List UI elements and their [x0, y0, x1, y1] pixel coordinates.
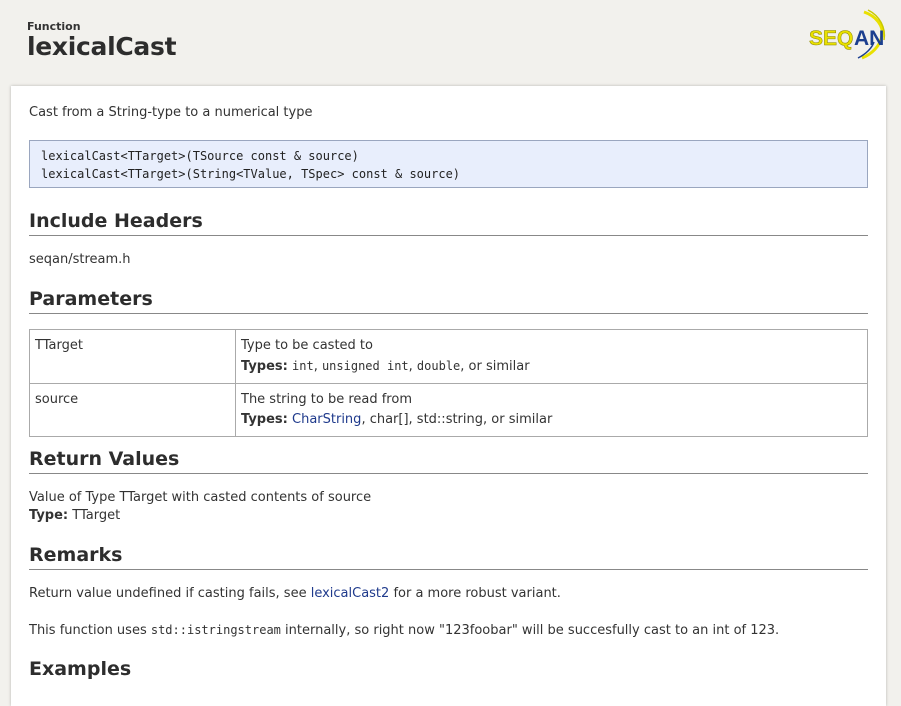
param-name: source	[29, 383, 236, 437]
svg-text:AN: AN	[854, 27, 884, 50]
lexicalcast2-link[interactable]: lexicalCast2	[311, 586, 390, 601]
signature-line: lexicalCast<TTarget>(String<TValue, TSpe…	[41, 167, 461, 181]
remark-text: This function uses	[29, 623, 151, 638]
type-label: Type:	[29, 508, 69, 523]
include-header-value: seqan/stream.h	[29, 252, 131, 267]
charstring-link[interactable]: CharString	[292, 412, 361, 427]
param-types: Types: CharString, char[], std::string, …	[241, 410, 862, 430]
table-row: TTarget Type to be casted to Types: int,…	[29, 329, 868, 384]
return-type: Type: TTarget	[29, 507, 371, 525]
signature-box: lexicalCast<TTarget>(TSource const & sou…	[29, 140, 868, 188]
svg-text:SEQ: SEQ	[809, 27, 853, 50]
param-description: Type to be casted to	[241, 338, 373, 353]
content-panel: Cast from a String-type to a numerical t…	[11, 86, 886, 706]
type-value: double	[416, 359, 461, 373]
type-suffix: , or similar	[460, 359, 530, 374]
remark-line: Return value undefined if casting fails,…	[29, 585, 561, 603]
return-description: Value of Type TTarget with casted conten…	[29, 490, 372, 505]
table-row: source The string to be read from Types:…	[29, 383, 868, 437]
remark-text: Return value undefined if casting fails,…	[29, 586, 311, 601]
parameters-table: TTarget Type to be casted to Types: int,…	[29, 329, 868, 437]
remarks-heading: Remarks	[29, 544, 868, 570]
param-types: Types: int, unsigned int, double, or sim…	[241, 356, 862, 377]
include-headers-heading: Include Headers	[29, 210, 868, 236]
parameters-heading: Parameters	[29, 288, 868, 314]
remark-line: This function uses std::istringstream in…	[29, 621, 779, 640]
type-separator: ,	[408, 359, 417, 374]
type-value: int	[292, 359, 314, 373]
seqan-logo[interactable]: SEQ AN	[806, 8, 888, 62]
type-value: unsigned int	[321, 359, 409, 373]
param-description: The string to be read from	[241, 392, 412, 407]
return-values-text: Value of Type TTarget with casted conten…	[29, 489, 371, 525]
types-label: Types:	[241, 412, 288, 427]
param-name: TTarget	[29, 329, 236, 384]
page-title: lexicalCast	[27, 32, 177, 61]
examples-heading: Examples	[29, 658, 132, 680]
summary-text: Cast from a String-type to a numerical t…	[29, 105, 313, 120]
signature-line: lexicalCast<TTarget>(TSource const & sou…	[41, 149, 359, 163]
page-header: Function lexicalCast SEQ AN	[0, 0, 901, 86]
remark-text: for a more robust variant.	[389, 586, 561, 601]
types-label: Types:	[241, 359, 288, 374]
type-suffix: , char[], std::string, or similar	[361, 412, 553, 427]
return-values-heading: Return Values	[29, 448, 868, 474]
param-description-cell: Type to be casted to Types: int, unsigne…	[235, 329, 868, 384]
remark-text: internally, so right now "123foobar" wil…	[280, 623, 780, 638]
type-separator: ,	[313, 359, 322, 374]
return-type-value: TTarget	[72, 508, 121, 523]
inline-code: std::istringstream	[150, 623, 281, 637]
param-description-cell: The string to be read from Types: CharSt…	[235, 383, 868, 437]
